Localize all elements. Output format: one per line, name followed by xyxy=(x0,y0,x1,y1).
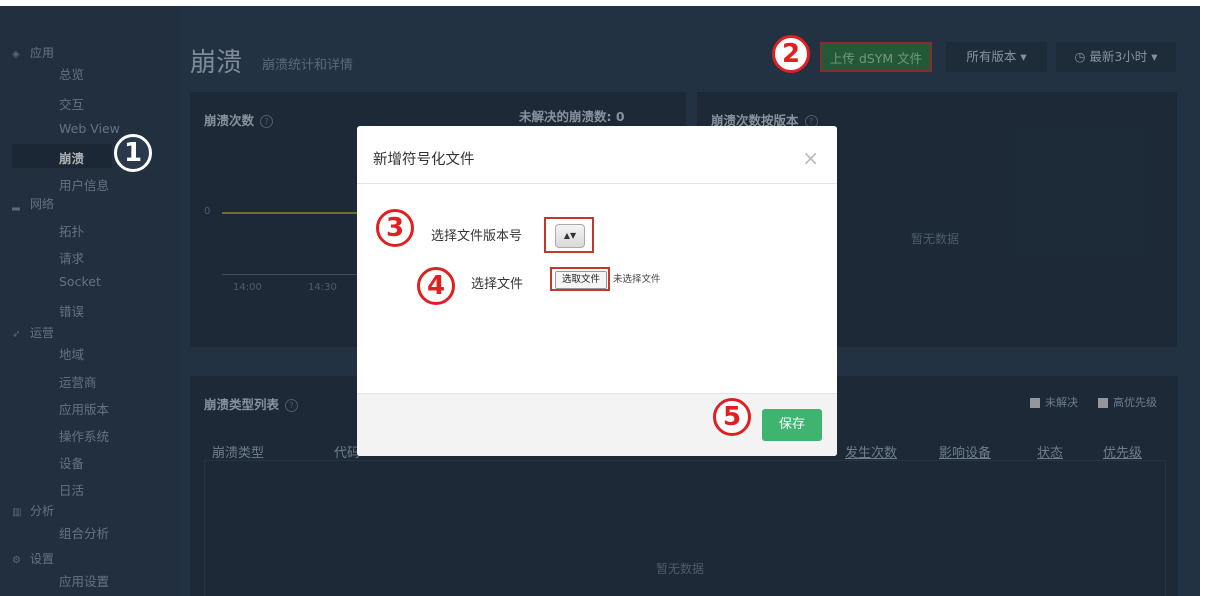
choose-file-button[interactable]: 选取文件 xyxy=(550,267,610,291)
version-field-label: 选择文件版本号 xyxy=(431,229,523,244)
annotation-marker-1: 1 xyxy=(114,134,152,172)
annotation-marker-5: 5 xyxy=(713,398,751,436)
annotation-marker-2: 2 xyxy=(772,35,810,73)
choose-file-label: 选取文件 xyxy=(555,271,607,289)
save-button[interactable]: 保存 xyxy=(762,409,822,441)
file-status-text: 未选择文件 xyxy=(613,274,661,285)
modal-divider xyxy=(357,183,837,184)
version-select[interactable]: ▲▼ xyxy=(544,217,594,253)
modal-title: 新增符号化文件 xyxy=(373,152,475,168)
app-window: ◈ 应用 总览 交互 Web View 崩溃 用户信息 ▂ 网络 拓扑 请求 Soc… xyxy=(0,6,1200,596)
annotation-marker-4: 4 xyxy=(417,267,455,305)
select-arrows-icon: ▲▼ xyxy=(555,224,585,248)
close-icon[interactable]: × xyxy=(802,146,819,170)
annotation-marker-3: 3 xyxy=(376,209,414,247)
file-field-label: 选择文件 xyxy=(471,277,524,292)
